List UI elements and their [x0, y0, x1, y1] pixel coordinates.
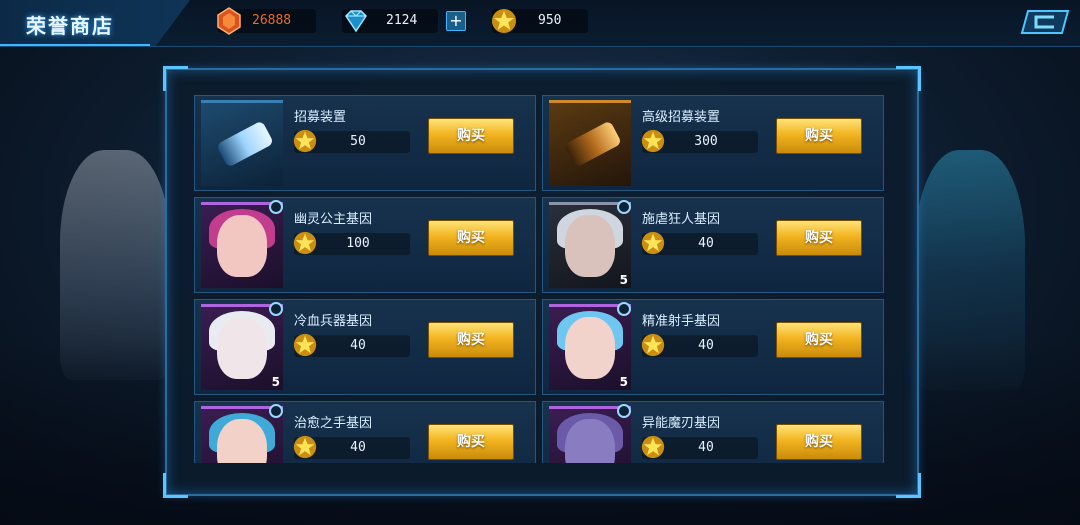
price-value: 40: [698, 236, 714, 251]
orange-crystal-icon: [217, 7, 241, 35]
device-shape: [563, 120, 623, 168]
portrait-face: [217, 419, 267, 463]
shop-item-card: 高级招募装置 300 购买: [542, 95, 884, 191]
star-value: 950: [538, 13, 562, 28]
page-title: 荣誉商店: [26, 14, 114, 38]
sharpshooter-portrait: 5: [549, 304, 631, 390]
price-value: 300: [694, 134, 718, 149]
gene-ring-icon: [617, 200, 631, 214]
item-price: 40: [293, 435, 410, 459]
item-name: 幽灵公主基因: [294, 212, 373, 227]
item-price: 50: [293, 129, 410, 153]
top-bar: 荣誉商店 26888 2124 + 950: [0, 0, 1080, 47]
shop-item-card: 幽灵公主基因 100 购买: [194, 197, 536, 293]
portrait-face: [217, 317, 267, 379]
level-badge: 5: [619, 375, 628, 389]
star-coin-icon: [641, 231, 665, 255]
price-value: 100: [346, 236, 370, 251]
item-price: 40: [293, 333, 410, 357]
item-name: 招募装置: [294, 110, 347, 125]
portrait-face: [217, 215, 267, 277]
buy-button[interactable]: 购买: [776, 322, 862, 358]
star-coin-icon: [293, 129, 317, 153]
price-value: 40: [698, 338, 714, 353]
portrait-face: [565, 317, 615, 379]
item-price: 40: [641, 333, 758, 357]
device-shape: [215, 120, 275, 168]
diamond-value: 2124: [386, 13, 418, 28]
gene-ring-icon: [269, 404, 283, 418]
star-coin-icon: [641, 129, 665, 153]
shop-panel: 招募装置 50 购买 高级招募装置 300 购买 幽灵公主基因 100 购买 5…: [163, 66, 921, 498]
star-coin-icon: [641, 333, 665, 357]
advanced-recruit-device-image: [549, 100, 631, 186]
gene-ring-icon: [617, 404, 631, 418]
item-price: 40: [641, 231, 758, 255]
price-value: 40: [350, 338, 366, 353]
sadist-portrait: 5: [549, 202, 631, 288]
buy-button[interactable]: 购买: [428, 220, 514, 256]
panel-corner: [896, 66, 921, 91]
item-name: 高级招募装置: [642, 110, 721, 125]
star-currency: 950: [492, 9, 588, 33]
shop-item-card: 5 施虐狂人基因 40 购买: [542, 197, 884, 293]
recruit-device-image: [201, 100, 283, 186]
panel-corner: [163, 66, 188, 91]
ghost-princess-portrait: [201, 202, 283, 288]
gene-ring-icon: [617, 302, 631, 316]
panel-corner: [896, 473, 921, 498]
buy-button[interactable]: 购买: [776, 220, 862, 256]
price-value: 50: [350, 134, 366, 149]
shop-item-card: 治愈之手基因 40 购买: [194, 401, 536, 463]
star-coin-icon: [492, 9, 516, 33]
shop-item-grid: 招募装置 50 购买 高级招募装置 300 购买 幽灵公主基因 100 购买 5…: [194, 95, 888, 463]
star-coin-icon: [293, 333, 317, 357]
cold-blood-weapon-portrait: 5: [201, 304, 283, 390]
diamond-icon: [345, 10, 367, 33]
level-badge: 5: [271, 375, 280, 389]
item-name: 精准射手基因: [642, 314, 721, 329]
shop-item-card: 异能魔刃基因 40 购买: [542, 401, 884, 463]
star-coin-icon: [641, 435, 665, 459]
item-name: 治愈之手基因: [294, 416, 373, 431]
shop-item-card: 5 冷血兵器基因 40 购买: [194, 299, 536, 395]
item-name: 异能魔刃基因: [642, 416, 721, 431]
star-coin-icon: [293, 435, 317, 459]
item-price: 300: [641, 129, 758, 153]
gene-ring-icon: [269, 302, 283, 316]
portrait-face: [565, 215, 615, 277]
buy-button[interactable]: 购买: [428, 118, 514, 154]
shop-item-card: 5 精准射手基因 40 购买: [542, 299, 884, 395]
crystal-value: 26888: [252, 13, 292, 28]
gene-ring-icon: [269, 200, 283, 214]
item-price: 100: [293, 231, 410, 255]
level-badge: 5: [619, 273, 628, 287]
shop-item-card: 招募装置 50 购买: [194, 95, 536, 191]
buy-button[interactable]: 购买: [428, 322, 514, 358]
item-name: 施虐狂人基因: [642, 212, 721, 227]
diamond-currency: 2124: [342, 9, 438, 33]
add-diamond-button[interactable]: +: [446, 11, 466, 31]
item-price: 40: [641, 435, 758, 459]
buy-button[interactable]: 购买: [776, 118, 862, 154]
buy-button[interactable]: 购买: [428, 424, 514, 460]
item-name: 冷血兵器基因: [294, 314, 373, 329]
portrait-face: [565, 419, 615, 463]
back-button[interactable]: [1018, 8, 1070, 36]
price-value: 40: [350, 440, 366, 455]
price-value: 40: [698, 440, 714, 455]
crystal-currency: 26888: [217, 7, 316, 35]
star-coin-icon: [293, 231, 317, 255]
panel-corner: [163, 473, 188, 498]
buy-button[interactable]: 购买: [776, 424, 862, 460]
